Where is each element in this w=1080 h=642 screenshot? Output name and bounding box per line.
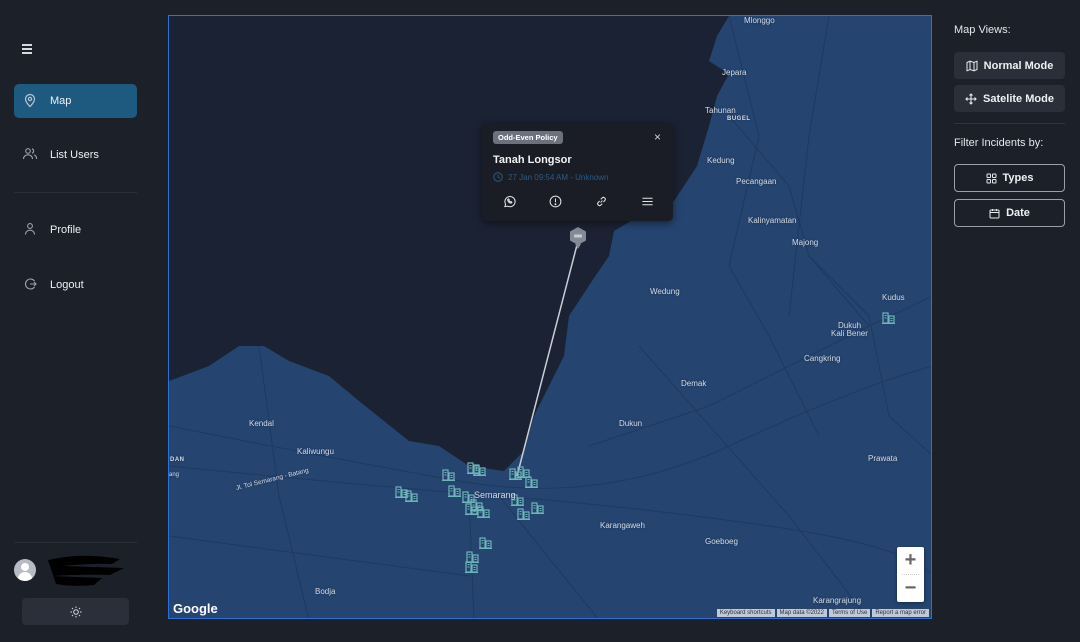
avatar-icon	[14, 559, 36, 581]
user-icon	[24, 223, 36, 235]
google-logo: Google	[173, 601, 218, 616]
map-label: Goeboeg	[705, 537, 738, 546]
link-icon[interactable]	[593, 193, 609, 209]
map-data-link[interactable]: Map data ©2022	[776, 609, 827, 617]
map-label: Demak	[681, 379, 707, 388]
map-label: Kudus	[882, 293, 905, 302]
close-icon[interactable]: ×	[654, 130, 661, 144]
right-panel: Map Views: Normal Mode Satelite Mode Fil…	[954, 0, 1080, 642]
zoom-control: + −	[897, 547, 924, 602]
map-label: BUGEL	[727, 116, 751, 122]
category-badge: Odd-Even Policy	[493, 131, 563, 144]
redacted-username	[48, 555, 124, 586]
building-marker-icon[interactable]	[882, 312, 896, 324]
map-label: Jepara	[722, 68, 747, 77]
sidebar-divider	[14, 192, 137, 193]
satelite-mode-label: Satelite Mode	[983, 92, 1054, 105]
building-marker-icon[interactable]	[525, 476, 539, 488]
map-label: Kedung	[707, 156, 735, 165]
alert-icon[interactable]	[547, 193, 563, 209]
grid-icon	[986, 173, 996, 183]
incident-title: Tanah Longsor	[493, 154, 572, 166]
map-label: Tahunan	[705, 106, 736, 115]
satelite-mode-button[interactable]: Satelite Mode	[954, 85, 1065, 112]
building-marker-icon[interactable]	[405, 490, 419, 502]
building-marker-icon[interactable]	[473, 464, 487, 476]
map-label: Cangkring	[804, 354, 841, 363]
map-label: Karangrajung	[813, 596, 862, 605]
sidebar: Map List Users Profile Logout	[0, 0, 150, 642]
user-card[interactable]	[14, 554, 137, 588]
zoom-out-button[interactable]: −	[897, 575, 924, 602]
map-label: Bodja	[315, 587, 336, 596]
map-label: Kendal	[249, 419, 274, 428]
building-marker-icon[interactable]	[465, 561, 479, 573]
map-base	[169, 16, 931, 618]
map-label: Prawata	[868, 454, 898, 463]
calendar-icon	[989, 208, 1000, 218]
whatsapp-icon[interactable]	[501, 193, 517, 209]
map-icon	[966, 59, 978, 72]
terms-link[interactable]: Terms of Use	[828, 609, 871, 617]
sidebar-item-profile[interactable]: Profile	[14, 213, 137, 247]
users-icon	[22, 148, 38, 160]
sidebar-item-label: List Users	[50, 149, 99, 161]
map-label: Majong	[792, 238, 819, 247]
building-marker-icon[interactable]	[479, 537, 493, 549]
zoom-in-button[interactable]: +	[897, 547, 924, 574]
filter-title: Filter Incidents by:	[954, 137, 1044, 149]
incident-time-text: 27 Jan 09:54 AM - Unknown	[508, 172, 609, 182]
logout-icon	[24, 278, 37, 290]
map-label: Dukun	[619, 419, 643, 428]
normal-mode-button[interactable]: Normal Mode	[954, 52, 1065, 79]
theme-toggle-button[interactable]	[22, 598, 129, 625]
report-error-link[interactable]: Report a map error	[872, 609, 929, 617]
sidebar-item-map[interactable]: Map	[14, 84, 137, 118]
map-views-title: Map Views:	[954, 24, 1011, 36]
sun-icon	[70, 606, 81, 617]
sidebar-item-label: Logout	[50, 279, 84, 291]
building-marker-icon[interactable]	[531, 502, 545, 514]
building-marker-icon[interactable]	[442, 469, 456, 481]
map-label: Wedung	[650, 287, 680, 296]
building-marker-icon[interactable]	[477, 506, 491, 518]
hamburger-icon[interactable]	[22, 44, 34, 55]
sidebar-item-label: Profile	[50, 224, 82, 236]
incident-time: 27 Jan 09:54 AM - Unknown	[493, 172, 609, 182]
map-label: Kali Bener	[831, 329, 868, 338]
sidebar-item-list-users[interactable]: List Users	[14, 138, 137, 172]
map-canvas[interactable]: Mlonggo Jepara Tahunan BUGEL Kedung Peca…	[168, 15, 932, 619]
date-filter-button[interactable]: Date	[954, 199, 1065, 227]
sidebar-item-label: Map	[50, 95, 72, 107]
building-marker-icon[interactable]	[517, 508, 531, 520]
map-label: ang	[169, 472, 180, 478]
popup-actions	[493, 193, 663, 209]
incident-popup: Odd-Even Policy × Tanah Longsor 27 Jan 0…	[482, 123, 673, 221]
map-label: DAN	[170, 457, 185, 463]
map-label: Mlonggo	[744, 16, 775, 25]
map-label: Karangaweh	[600, 521, 645, 530]
map-label: Kalinyamatan	[748, 216, 797, 225]
panel-divider	[954, 123, 1065, 124]
types-filter-button[interactable]: Types	[954, 164, 1065, 192]
sea-area	[169, 16, 729, 471]
menu-icon[interactable]	[639, 193, 655, 209]
map-label: Semarang	[474, 490, 516, 500]
keyboard-shortcuts-link[interactable]: Keyboard shortcuts	[716, 609, 775, 617]
normal-mode-label: Normal Mode	[983, 59, 1054, 72]
move-icon	[965, 92, 977, 105]
sidebar-divider	[14, 542, 137, 543]
building-marker-icon[interactable]	[448, 485, 462, 497]
map-pin-icon	[24, 93, 36, 108]
map-attribution: Keyboard shortcuts Map data ©2022 Terms …	[716, 609, 929, 617]
clock-icon	[493, 172, 503, 182]
app: Map List Users Profile Logout Mlonggo Je…	[0, 0, 1080, 642]
types-label: Types	[1002, 172, 1034, 184]
date-label: Date	[1006, 207, 1030, 219]
sidebar-item-logout[interactable]: Logout	[14, 268, 137, 302]
map-label: Pecangaan	[736, 177, 777, 186]
map-label: Kaliwungu	[297, 447, 334, 456]
